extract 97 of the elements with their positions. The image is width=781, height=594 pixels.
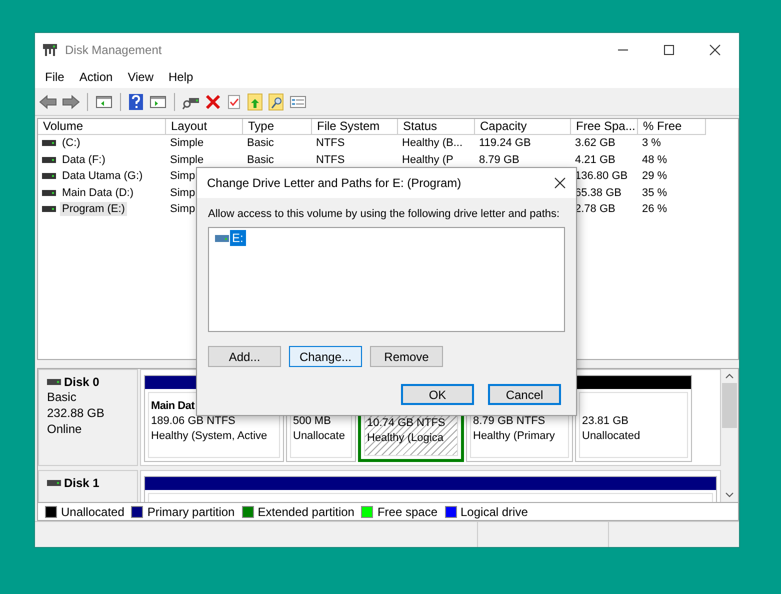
disk-management-icon [42,42,58,56]
partition-size: 500 MB [293,414,332,429]
dialog-button[interactable]: Change... [289,346,362,367]
column-header[interactable]: Capacity [475,119,571,135]
maximize-icon[interactable] [663,44,675,56]
table-cell: 8.79 GB [479,154,520,166]
drive-icon [42,140,56,146]
table-cell[interactable]: Program (E:) [60,202,127,216]
column-header[interactable]: % Free [638,119,706,135]
column-header[interactable]: Free Spa... [571,119,638,135]
folder-search-icon[interactable] [268,92,284,110]
partition-size: 10.74 GB NTFS [367,416,446,431]
table-cell: Basic [247,154,274,166]
table-cell: 136.80 GB [575,170,628,182]
column-header[interactable]: Volume [38,119,166,135]
table-cell: Simp [170,203,196,216]
scroll-down-icon[interactable] [725,492,734,498]
disk-detail: Online [47,422,83,437]
column-header[interactable]: File System [312,119,398,135]
table-cell: Simple [170,154,204,166]
drive-icon [47,480,61,486]
menu-item[interactable]: View [128,70,154,84]
menu-item[interactable]: File [45,70,64,84]
legend-label: Logical drive [460,504,528,518]
table-cell: NTFS [316,154,345,166]
table-cell[interactable]: Data Utama (G:) [60,169,145,184]
table-cell: 35 % [642,186,668,199]
table-cell: Basic [247,137,274,150]
table-cell: 48 % [642,154,668,166]
disk-name: Disk 1 [64,476,100,490]
partition-size: 23.81 GB [582,414,630,429]
drive-icon [47,379,61,385]
table-cell: Simple [170,137,204,150]
table-cell: Simp [170,170,196,182]
folder-up-icon[interactable] [247,92,263,110]
table-cell[interactable]: Main Data (D:) [60,186,136,200]
column-header[interactable]: Status [398,119,475,135]
panel-icon[interactable] [95,94,113,110]
drive-icon [42,190,56,196]
drive-icon [215,234,229,242]
legend-label: Unallocated [61,504,124,518]
table-cell[interactable]: (C:) [60,136,82,150]
checklist-icon[interactable] [226,94,242,110]
table-cell: 29 % [642,170,668,182]
table-cell: NTFS [316,137,345,150]
legend-label: Free space [377,504,438,518]
path-item[interactable]: E: [230,230,246,246]
table-cell: Simp [170,186,196,199]
forward-arrow-icon[interactable] [62,94,80,110]
close-icon[interactable] [554,177,566,189]
table-cell: 119.24 GB [479,137,531,150]
close-icon[interactable] [709,44,721,56]
disk-info-panel[interactable]: Disk 0 Basic 232.88 GB Online [38,369,138,466]
dialog-button[interactable]: Cancel [488,384,561,405]
column-header[interactable]: Type [243,119,312,135]
partition-size: 189.06 GB NTFS [151,414,236,429]
disk-name: Disk 0 [64,375,100,389]
scroll-up-icon[interactable] [725,373,734,379]
partition-status: Healthy (Primary [473,429,556,444]
drive-icon [42,173,56,180]
menu-item[interactable]: Action [79,70,113,84]
scroll-bar[interactable] [721,369,738,502]
legend-label: Primary partition [147,504,235,518]
table-cell: Healthy (P [402,154,454,166]
list-icon[interactable] [289,94,307,110]
partition-status: Healthy (Logica [367,431,444,446]
partition-name: Main Dat [151,399,196,414]
drive-icon [42,156,56,163]
menu-item[interactable]: Help [168,70,194,84]
partition-status: Unallocated [582,429,642,444]
dialog-button[interactable]: Remove [370,346,443,367]
back-arrow-icon[interactable] [39,94,57,110]
path-list[interactable]: E: [208,227,565,332]
table-cell: 3 % [642,137,661,150]
partition-block[interactable]: 23.81 GB Unallocated [575,375,692,462]
table-cell: 3.62 GB [575,137,616,150]
dialog-button[interactable]: OK [401,384,474,405]
drive-icon [42,206,56,212]
table-cell[interactable]: Data (F:) [60,152,108,167]
disk-detail: 232.88 GB [47,406,106,421]
partition-status: Healthy (System, Active [151,429,268,444]
window-title: Disk Management [65,42,162,56]
table-cell: 26 % [642,203,668,216]
table-cell: 4.21 GB [575,154,616,166]
legend-label: Extended partition [258,504,354,518]
panel-icon[interactable] [149,94,167,110]
partition-size: 8.79 GB NTFS [473,414,546,429]
dialog-title: Change Drive Letter and Paths for E: (Program) [207,176,462,190]
help-icon[interactable] [128,92,144,110]
partition-status: Unallocate [293,429,346,444]
disk-detail: Basic [47,390,78,405]
dialog-button[interactable]: Add... [208,346,281,367]
table-cell: Healthy (B... [402,137,463,150]
disk-info-panel[interactable]: Disk 1 [38,470,138,502]
dialog-prompt: Allow access to this volume by using the following drive letter and paths: [208,208,561,220]
delete-icon[interactable] [205,94,221,110]
column-header[interactable]: Layout [166,119,243,135]
